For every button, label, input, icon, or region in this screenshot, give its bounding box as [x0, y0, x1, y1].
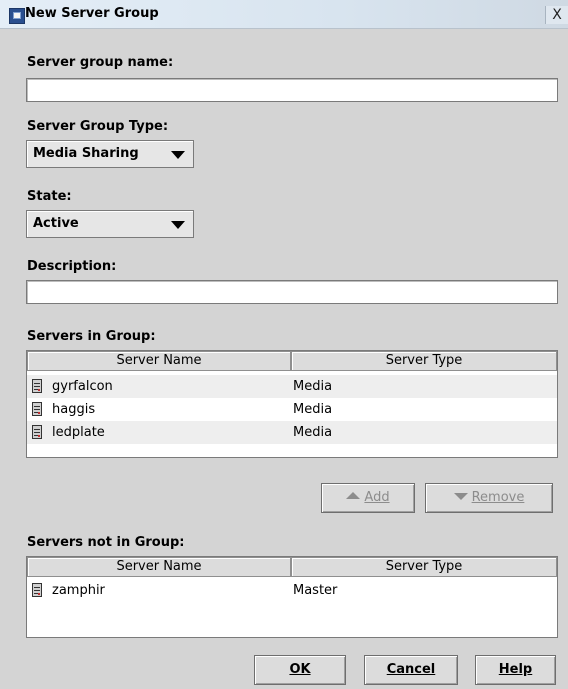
chevron-down-icon — [171, 221, 185, 229]
server-type-cell: Media — [293, 379, 333, 394]
table-header: Server Name Server Type — [27, 351, 557, 371]
servers-not-in-group-label: Servers not in Group: — [27, 535, 185, 550]
remove-button-label: Remove — [471, 490, 525, 505]
column-header-server-type[interactable]: Server Type — [291, 351, 557, 371]
server-name-cell: zamphir — [52, 583, 105, 598]
table-header: Server Name Server Type — [27, 557, 557, 577]
description-input[interactable] — [26, 280, 558, 304]
server-icon — [32, 379, 42, 393]
window-title: New Server Group — [25, 6, 159, 21]
column-header-server-name[interactable]: Server Name — [27, 557, 291, 577]
arrow-up-icon — [346, 492, 361, 499]
servers-in-group-table: Server Name Server Type gyrfalcon Media … — [26, 350, 558, 458]
server-name-cell: gyrfalcon — [52, 379, 113, 394]
ok-button-label: OK — [289, 662, 311, 677]
server-name-cell: haggis — [52, 402, 96, 417]
close-button[interactable]: X — [545, 6, 568, 24]
add-button[interactable]: Add — [321, 483, 415, 513]
help-button-label: Help — [498, 662, 533, 677]
cancel-button[interactable]: Cancel — [364, 655, 458, 685]
remove-button[interactable]: Remove — [425, 483, 553, 513]
arrow-down-icon — [453, 493, 468, 500]
server-type-cell: Media — [293, 402, 333, 417]
state-value: Active — [33, 216, 79, 231]
server-group-icon — [9, 8, 25, 24]
title-bar[interactable]: New Server Group X — [0, 0, 568, 29]
servers-in-group-label: Servers in Group: — [27, 329, 156, 344]
state-label: State: — [27, 189, 72, 204]
server-type-cell: Media — [293, 425, 333, 440]
group-name-label: Server group name: — [27, 55, 173, 70]
server-icon — [32, 583, 42, 597]
servers-not-in-group-table: Server Name Server Type zamphir Master — [26, 556, 558, 638]
column-header-server-name[interactable]: Server Name — [27, 351, 291, 371]
table-row[interactable]: gyrfalcon Media — [27, 375, 557, 398]
help-button[interactable]: Help — [475, 655, 556, 685]
server-name-cell: ledplate — [52, 425, 105, 440]
new-server-group-dialog: New Server Group X Server group name: Se… — [0, 0, 568, 689]
table-row[interactable]: zamphir Master — [27, 579, 557, 602]
group-name-input[interactable] — [26, 78, 558, 102]
server-icon — [32, 402, 42, 416]
column-header-server-type[interactable]: Server Type — [291, 557, 557, 577]
state-dropdown[interactable]: Active — [26, 210, 194, 238]
ok-button[interactable]: OK — [254, 655, 346, 685]
add-button-label: Add — [364, 490, 390, 505]
table-row[interactable]: ledplate Media — [27, 421, 557, 444]
group-name-label-text: Server group name: — [27, 55, 174, 70]
cancel-button-label: Cancel — [386, 662, 436, 677]
server-icon — [32, 425, 42, 439]
description-label: Description: — [27, 259, 117, 274]
table-row[interactable]: haggis Media — [27, 398, 557, 421]
chevron-down-icon — [171, 151, 185, 159]
group-type-value: Media Sharing — [33, 146, 139, 161]
group-type-label: Server Group Type: — [27, 119, 169, 134]
group-type-dropdown[interactable]: Media Sharing — [26, 140, 194, 168]
server-type-cell: Master — [293, 583, 338, 598]
